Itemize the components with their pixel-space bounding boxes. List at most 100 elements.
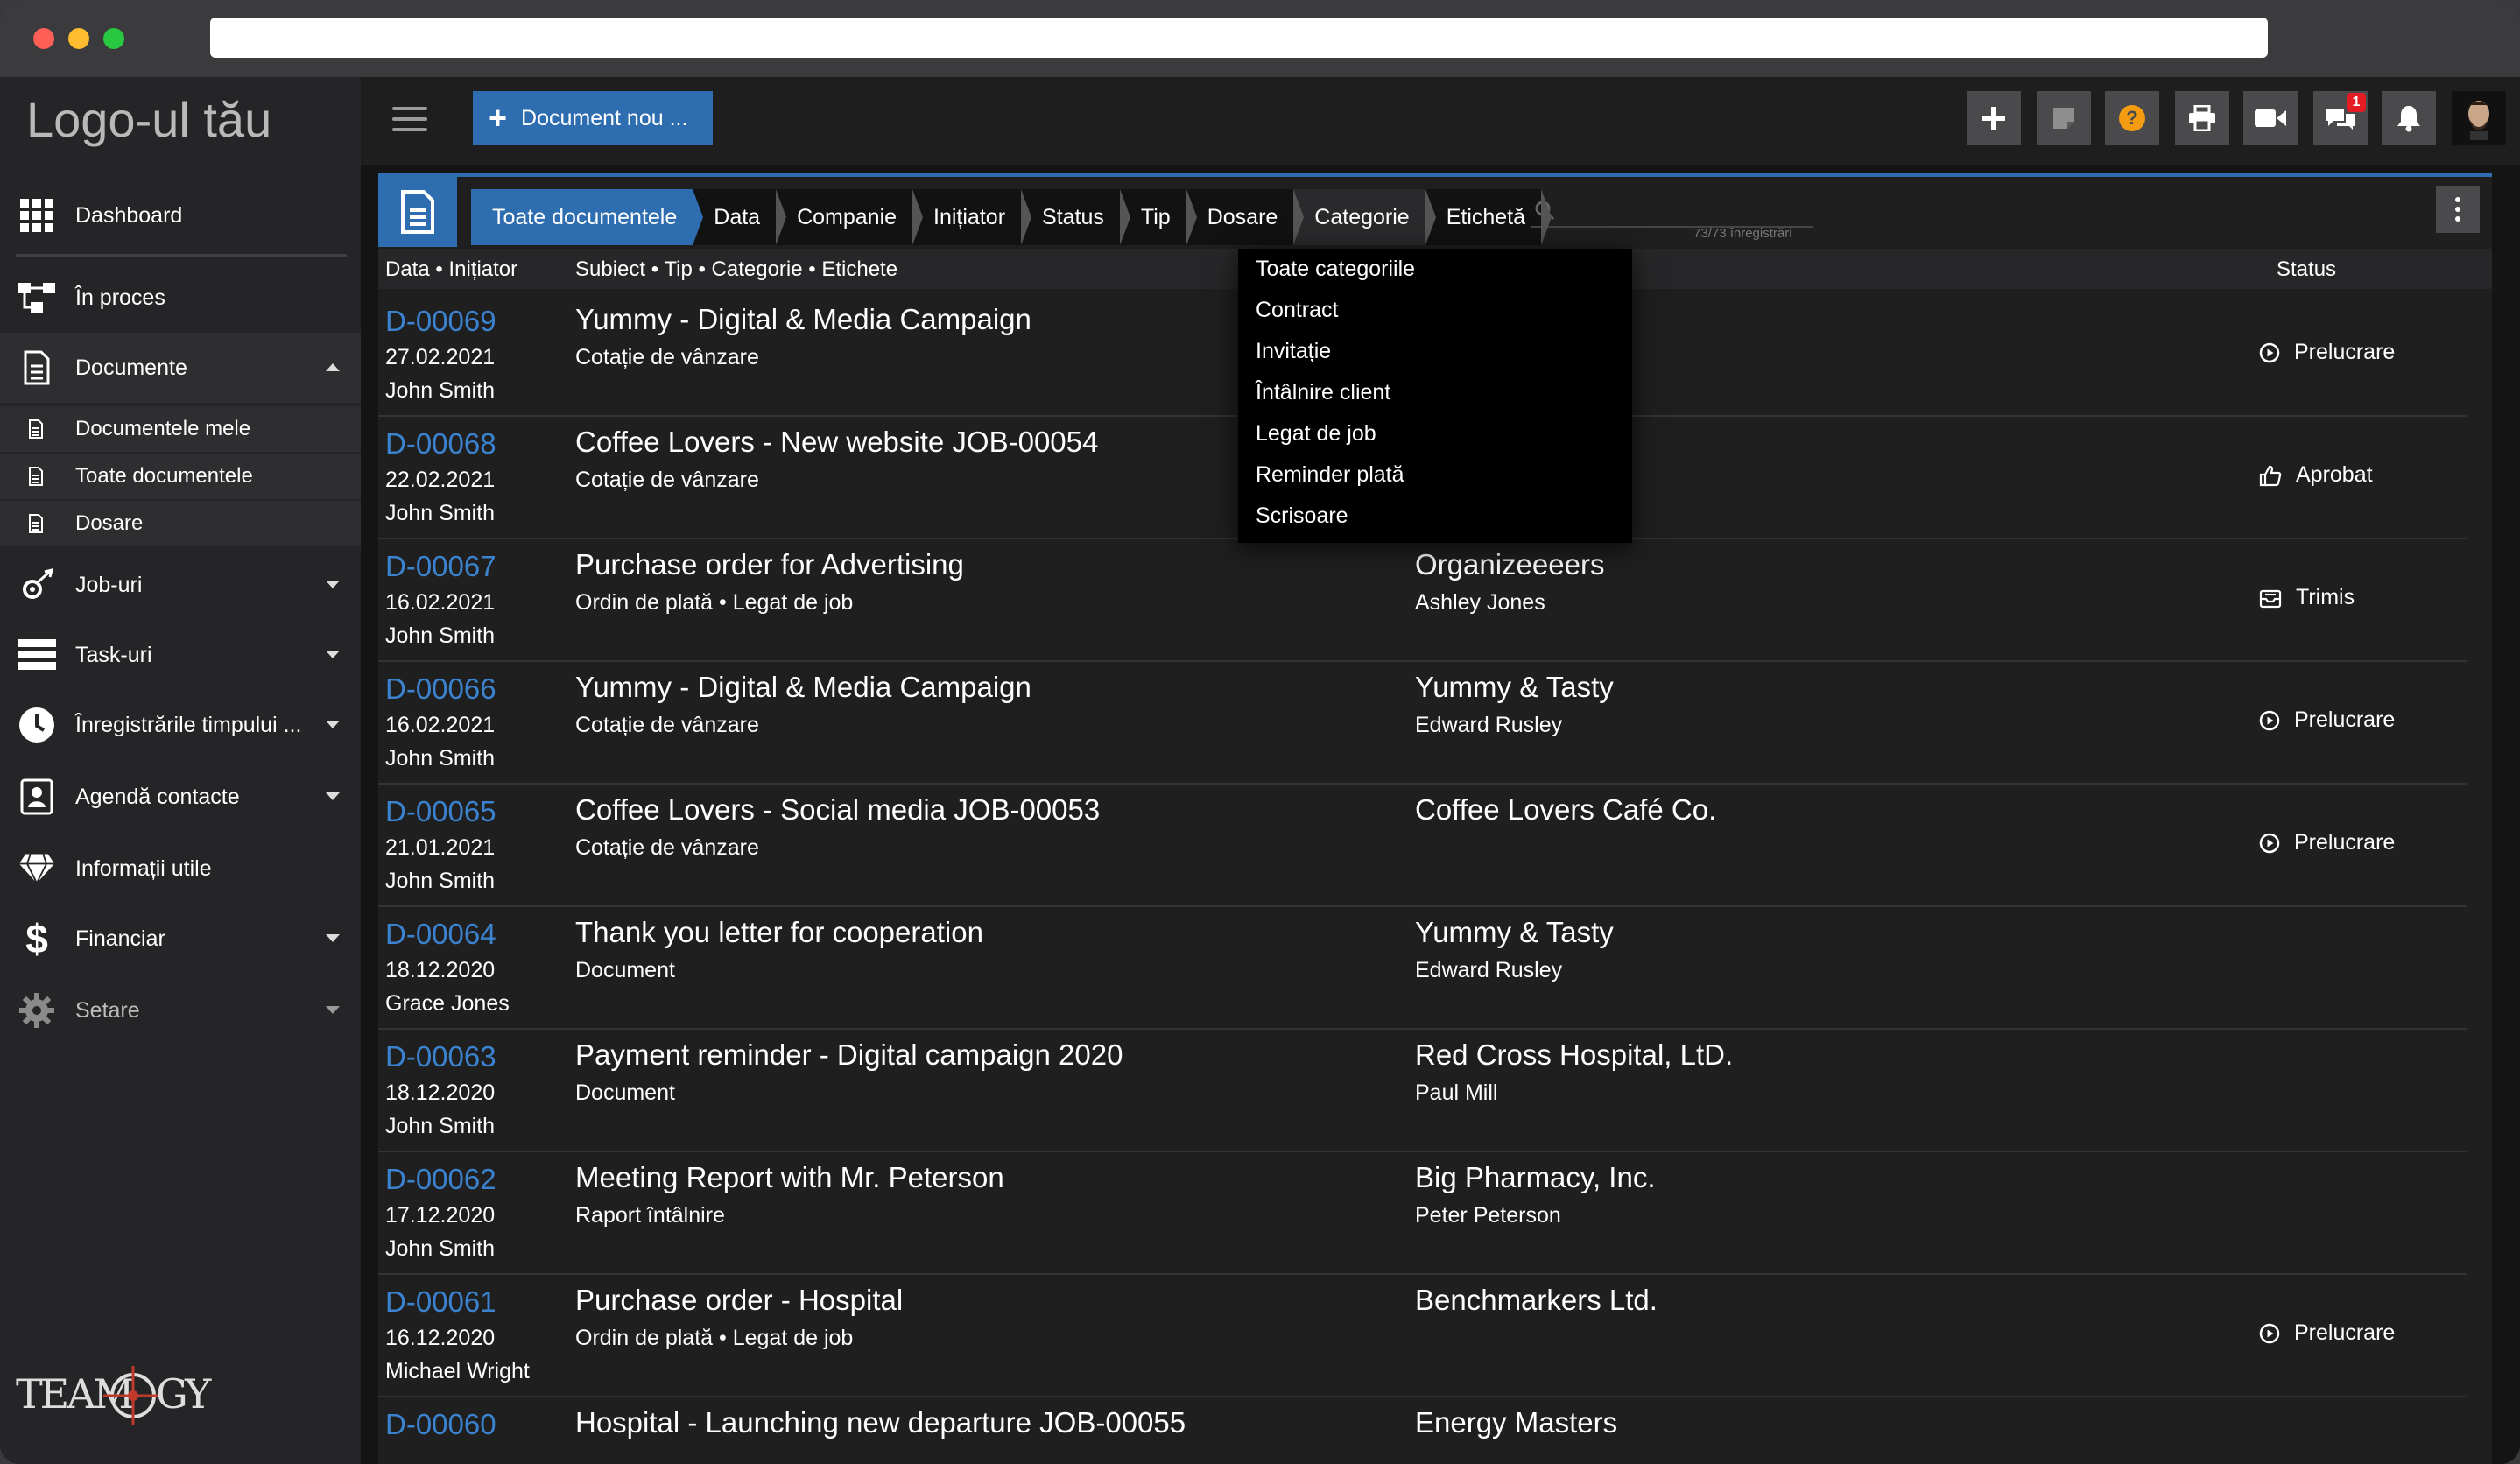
sidebar-item-label: Dashboard <box>75 202 183 228</box>
table-row[interactable]: D-00065 21.01.2021 John Smith Coffee Lovers… <box>378 785 2467 907</box>
video-call-button[interactable] <box>2243 91 2298 145</box>
filter-tab-initiator[interactable]: Inițiator <box>912 189 1031 245</box>
subject-link[interactable]: Purchase order for Advertising <box>575 548 964 581</box>
chat-button[interactable]: 1 <box>2313 91 2368 145</box>
play-circle-icon <box>2259 1323 2280 1343</box>
document-id-link[interactable]: D-00068 <box>385 427 496 461</box>
subject-link[interactable]: Payment reminder - Digital campaign 2020 <box>575 1038 1123 1072</box>
dropdown-item-all-categories[interactable]: Toate categoriile <box>1238 249 1632 290</box>
clock-icon <box>18 706 56 744</box>
sidebar-item-financial[interactable]: $ Financiar <box>0 904 361 974</box>
subject-link[interactable]: Thank you letter for cooperation <box>575 916 983 949</box>
category-label: Raport întâlnire <box>575 1203 725 1228</box>
document-id-link[interactable]: D-00061 <box>385 1285 496 1319</box>
dropdown-item-invitation[interactable]: Invitație <box>1238 331 1632 372</box>
workflow-icon <box>18 278 56 317</box>
sidebar-item-in-process[interactable]: În proces <box>0 263 361 333</box>
filter-tab-status[interactable]: Status <box>1021 189 1130 245</box>
new-document-button[interactable]: + Document nou ... <box>473 91 713 145</box>
table-row[interactable]: D-00064 18.12.2020 Grace Jones Thank you le… <box>378 907 2467 1030</box>
title-bar <box>0 0 2520 77</box>
status-label: Prelucrare <box>2294 340 2396 364</box>
sidebar-subitem-my-documents[interactable]: Documentele mele <box>0 406 361 452</box>
sidebar-item-tasks[interactable]: Task-uri <box>0 620 361 690</box>
minimize-window-button[interactable] <box>68 28 89 49</box>
document-id-link[interactable]: D-00064 <box>385 918 496 951</box>
contact-label: Paul Mill <box>1415 1080 1498 1105</box>
sidebar-subitem-folders[interactable]: Dosare <box>0 501 361 546</box>
status-badge: Prelucrare <box>2259 1320 2395 1346</box>
document-id-link[interactable]: D-00065 <box>385 795 496 828</box>
play-circle-icon <box>2259 710 2280 730</box>
category-label: Ordin de plată • Legat de job <box>575 1326 854 1350</box>
company-label: Red Cross Hospital, LtD. <box>1415 1038 1734 1071</box>
subject-link[interactable]: Coffee Lovers - Social media JOB-00053 <box>575 793 1100 827</box>
document-id-link[interactable]: D-00062 <box>385 1163 496 1196</box>
sidebar-item-dashboard[interactable]: Dashboard <box>0 180 361 250</box>
table-row[interactable]: D-00062 17.12.2020 John Smith Meeting Repor… <box>378 1152 2467 1275</box>
video-camera-icon <box>2255 109 2286 127</box>
print-button[interactable] <box>2175 91 2229 145</box>
address-bar[interactable] <box>210 18 2268 58</box>
user-avatar[interactable] <box>2452 91 2506 145</box>
notifications-button[interactable] <box>2382 91 2436 145</box>
filter-tab-tag[interactable]: Etichetă <box>1425 189 1552 245</box>
filter-tab-category[interactable]: Categorie <box>1293 189 1437 245</box>
dropdown-item-job-related[interactable]: Legat de job <box>1238 413 1632 454</box>
contact-label: Edward Rusley <box>1415 958 1563 982</box>
table-row[interactable]: D-00066 16.02.2021 John Smith Yummy - Digit… <box>378 662 2467 785</box>
category-label: Cotație de vânzare <box>575 713 759 737</box>
filter-tab-folders[interactable]: Dosare <box>1186 189 1304 245</box>
dropdown-item-client-meeting[interactable]: Întâlnire client <box>1238 372 1632 413</box>
filter-tab-date[interactable]: Data <box>693 189 786 245</box>
sidebar-item-contacts[interactable]: Agendă contacte <box>0 762 361 832</box>
document-id-link[interactable]: D-00066 <box>385 672 496 706</box>
notes-button[interactable] <box>2037 91 2091 145</box>
status-label: Prelucrare <box>2294 707 2396 732</box>
table-row[interactable]: D-00063 18.12.2020 John Smith Payment remin… <box>378 1030 2467 1152</box>
table-row[interactable]: D-00067 16.02.2021 John Smith Purchase orde… <box>378 539 2467 662</box>
help-button[interactable]: ? <box>2105 91 2159 145</box>
table-row[interactable]: D-00060 Hospital - Launching new departur… <box>378 1397 2467 1464</box>
maximize-window-button[interactable] <box>103 28 124 49</box>
menu-toggle-button[interactable] <box>392 107 427 133</box>
subject-link[interactable]: Yummy - Digital & Media Campaign <box>575 671 1031 704</box>
dropdown-item-contract[interactable]: Contract <box>1238 290 1632 331</box>
sidebar-item-time-records[interactable]: Înregistrările timpului ... <box>0 690 361 760</box>
sidebar-subitem-all-documents[interactable]: Toate documentele <box>0 454 361 499</box>
document-id-link[interactable]: D-00063 <box>385 1040 496 1073</box>
search-input[interactable] <box>1571 199 1798 222</box>
initiator-label: John Smith <box>385 1236 496 1261</box>
record-count: 73/73 înregistrări <box>1693 226 1792 241</box>
document-id-link[interactable]: D-00069 <box>385 305 496 338</box>
sidebar-item-useful-info[interactable]: Informații utile <box>0 834 361 904</box>
chevron-down-icon <box>326 792 340 800</box>
document-id-link[interactable]: D-00060 <box>385 1408 496 1441</box>
dropdown-item-letter[interactable]: Scrisoare <box>1238 496 1632 537</box>
add-button[interactable] <box>1967 91 2021 145</box>
app-window: Logo-ul tău Dashboard În proces Document… <box>0 0 2520 1464</box>
subject-link[interactable]: Coffee Lovers - New website JOB-00054 <box>575 426 1098 459</box>
grid-icon <box>18 196 56 235</box>
status-label: Prelucrare <box>2294 1320 2396 1345</box>
filter-tab-company[interactable]: Companie <box>776 189 923 245</box>
document-id-link[interactable]: D-00067 <box>385 550 496 583</box>
subject-link[interactable]: Purchase order - Hospital <box>575 1284 903 1317</box>
sidebar-item-jobs[interactable]: Job-uri <box>0 550 361 620</box>
sidebar-item-documents[interactable]: Documente <box>0 333 361 403</box>
column-header-subject[interactable]: Subiect • Tip • Categorie • Etichete <box>575 257 897 282</box>
subject-link[interactable]: Yummy - Digital & Media Campaign <box>575 303 1031 336</box>
subject-link[interactable]: Hospital - Launching new departure JOB-0… <box>575 1406 1186 1439</box>
filter-tab-all-documents[interactable]: Toate documentele <box>471 189 704 245</box>
column-header-status[interactable]: Status <box>2277 257 2336 282</box>
column-header-date-initiator[interactable]: Data • Inițiator <box>385 257 517 282</box>
subject-link[interactable]: Meeting Report with Mr. Peterson <box>575 1161 1004 1194</box>
play-circle-icon <box>2259 833 2280 853</box>
table-row[interactable]: D-00061 16.12.2020 Michael Wright Purchase … <box>378 1275 2467 1397</box>
dropdown-item-payment-reminder[interactable]: Reminder plată <box>1238 454 1632 496</box>
date-label: 22.02.2021 <box>385 468 496 492</box>
close-window-button[interactable] <box>33 28 54 49</box>
more-options-button[interactable] <box>2436 186 2480 233</box>
status-badge: Prelucrare <box>2259 707 2395 733</box>
sidebar-item-settings[interactable]: Setare <box>0 975 361 1045</box>
